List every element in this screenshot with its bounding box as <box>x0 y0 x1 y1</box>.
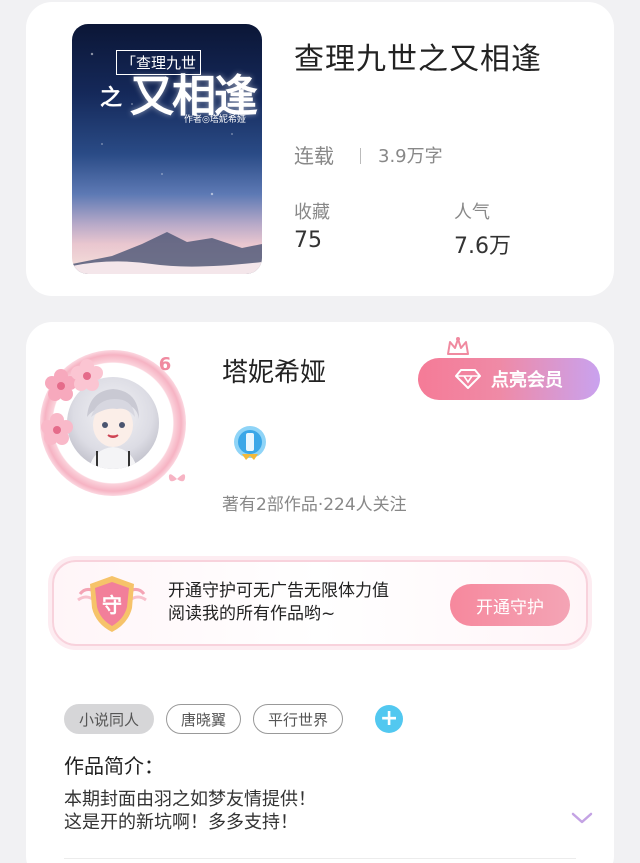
book-cover[interactable]: 「查理九世 之 又相逢 作者◎塔妮希娅 <box>72 24 262 274</box>
author-card: 6 塔妮希娅 点亮会员 著有2部作品·224人关注 守 开通守护可无广告无限体力… <box>26 322 614 863</box>
level-badge: 6 <box>158 354 172 375</box>
status-divider <box>360 148 361 164</box>
cherry-blossom-icon-2 <box>41 413 73 445</box>
guard-icon-char: 守 <box>102 593 122 617</box>
butterfly-icon <box>168 474 186 482</box>
author-name[interactable]: 塔妮希娅 <box>222 352 326 389</box>
cherry-blossom-icon-3 <box>71 359 103 391</box>
tag-item[interactable]: 小说同人 <box>64 704 155 734</box>
cover-mountain-illustration <box>72 232 262 274</box>
guard-shield-icon: 守 <box>77 576 147 632</box>
chevron-down-icon[interactable] <box>570 810 594 826</box>
blue-medal-icon[interactable] <box>232 424 268 460</box>
book-info-card: 「查理九世 之 又相逢 作者◎塔妮希娅 查理九世之又相逢 连载 3.9万字 收藏… <box>26 2 614 296</box>
cover-author: 作者◎塔妮希娅 <box>184 115 246 125</box>
author-avatar[interactable]: 6 <box>40 350 186 496</box>
add-tag-button[interactable]: + <box>375 705 404 733</box>
light-up-vip-button[interactable]: 点亮会员 <box>418 358 600 400</box>
book-status: 连载 <box>294 144 334 168</box>
guard-promo-banner: 守 开通守护可无广告无限体力值 阅读我的所有作品哟~ 开通守护 <box>52 560 588 646</box>
intro-line1: 本期封面由羽之如梦友情提供！ <box>64 789 316 810</box>
vip-button-label: 点亮会员 <box>491 370 563 391</box>
favorites-value: 75 <box>294 228 322 253</box>
guard-promo-text: 开通守护可无广告无限体力值 阅读我的所有作品哟~ <box>168 580 389 626</box>
book-word-count: 3.9万字 <box>378 146 443 167</box>
crown-icon <box>447 337 469 355</box>
book-title: 查理九世之又相逢 <box>294 42 542 77</box>
tag-list: 小说同人 唐晓翼 平行世界 + <box>64 704 404 734</box>
guard-text-line2: 阅读我的所有作品哟~ <box>168 604 336 624</box>
tag-item[interactable]: 平行世界 <box>253 704 344 734</box>
intro-body: 本期封面由羽之如梦友情提供！ 这是开的新坑啊！多多支持！ <box>64 788 316 834</box>
open-guard-button[interactable]: 开通守护 <box>450 584 570 626</box>
guard-text-line1: 开通守护可无广告无限体力值 <box>168 581 389 601</box>
popularity-label: 人气 <box>454 202 490 223</box>
favorites-label: 收藏 <box>294 202 330 223</box>
tag-item[interactable]: 唐晓翼 <box>166 704 242 734</box>
author-stats: 著有2部作品·224人关注 <box>222 495 407 515</box>
intro-heading: 作品简介： <box>64 754 164 778</box>
cover-title-zhi: 之 <box>100 85 123 111</box>
popularity-value: 7.6万 <box>454 234 511 259</box>
divider <box>64 858 576 859</box>
diamond-icon <box>455 369 481 389</box>
intro-line2: 这是开的新坑啊！多多支持！ <box>64 812 298 833</box>
